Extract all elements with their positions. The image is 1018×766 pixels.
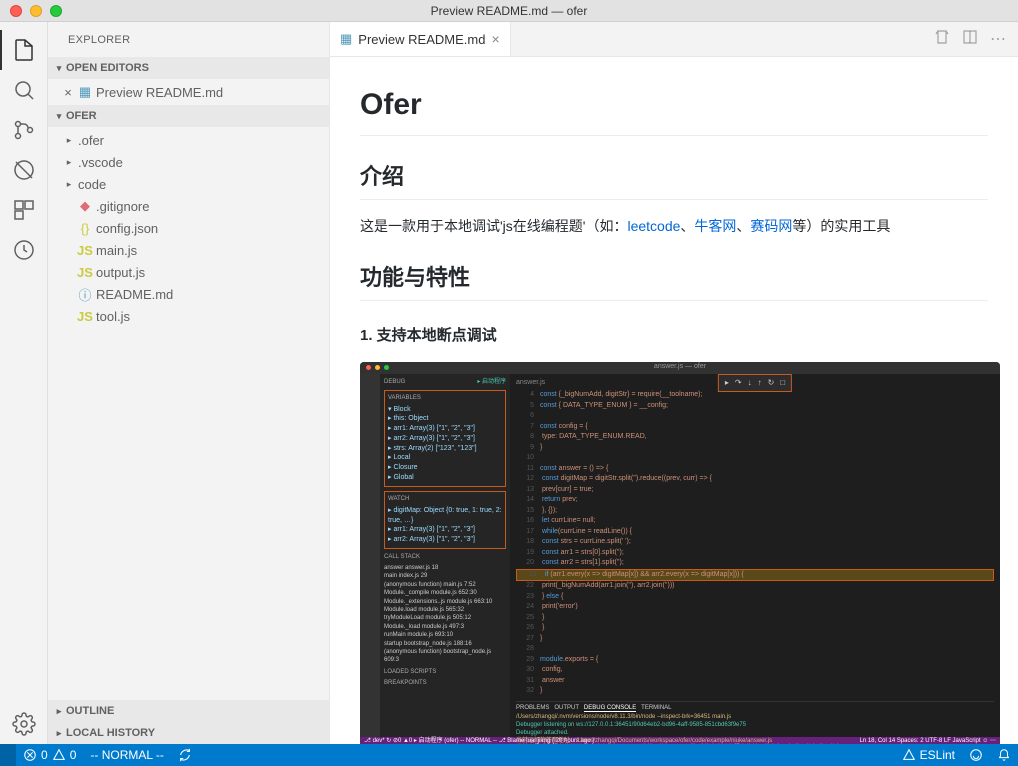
markdown-preview[interactable]: Ofer 介绍 这是一款用于本地调试'js在线编程题'（如：leetcode、牛… <box>330 57 1018 744</box>
local-history-label: LOCAL HISTORY <box>66 727 155 739</box>
vim-mode: -- NORMAL -- <box>83 744 171 766</box>
chevron-right-icon: ▸ <box>62 179 76 190</box>
sync-button[interactable] <box>171 744 199 766</box>
extensions-icon[interactable] <box>0 190 48 230</box>
heading-2-features: 功能与特性 <box>360 261 988 301</box>
chevron-down-icon: ▾ <box>52 63 66 74</box>
remote-button[interactable] <box>0 744 16 766</box>
json-icon: {} <box>76 221 94 236</box>
link-leetcode[interactable]: leetcode <box>627 218 680 234</box>
editor-area: ▦ Preview README.md × ⋯ Ofer 介绍 这是一款用于本地… <box>330 22 1018 744</box>
close-icon[interactable]: × <box>60 85 76 100</box>
outline-header[interactable]: ▸ OUTLINE <box>48 700 329 722</box>
chevron-right-icon: ▸ <box>52 706 66 717</box>
tree-folder[interactable]: ▸code <box>48 173 329 195</box>
close-icon[interactable]: × <box>491 31 499 47</box>
chevron-right-icon: ▸ <box>62 135 76 146</box>
tree-folder[interactable]: ▸.ofer <box>48 129 329 151</box>
activity-bar <box>0 22 48 744</box>
tree-file[interactable]: JSoutput.js <box>48 261 329 283</box>
heading-3-feature1: 1. 支持本地断点调试 <box>360 325 988 348</box>
close-window-button[interactable] <box>10 5 22 17</box>
window-controls <box>0 5 62 17</box>
folder-header[interactable]: ▾ OFER <box>48 105 329 127</box>
open-changes-icon[interactable] <box>934 29 950 50</box>
file-tree: ▸.ofer ▸.vscode ▸code ◆.gitignore {}conf… <box>48 127 329 700</box>
problems-button[interactable]: 0 0 <box>16 744 83 766</box>
minimize-window-button[interactable] <box>30 5 42 17</box>
debug-icon[interactable] <box>0 150 48 190</box>
tab-preview-readme[interactable]: ▦ Preview README.md × <box>330 22 511 56</box>
tree-file[interactable]: JStool.js <box>48 305 329 327</box>
tabs-bar: ▦ Preview README.md × ⋯ <box>330 22 1018 57</box>
tree-file[interactable]: ◆.gitignore <box>48 195 329 217</box>
tree-file[interactable]: JSmain.js <box>48 239 329 261</box>
sidebar-title: EXPLORER <box>48 22 329 57</box>
sidebar: EXPLORER ▾ OPEN EDITORS × ▦ Preview READ… <box>48 22 330 744</box>
tree-file[interactable]: ⓘREADME.md <box>48 283 329 305</box>
tab-label: Preview README.md <box>358 32 485 47</box>
outline-label: OUTLINE <box>66 705 114 717</box>
search-icon[interactable] <box>0 70 48 110</box>
open-editor-label: Preview README.md <box>96 85 223 100</box>
settings-gear-icon[interactable] <box>0 704 48 744</box>
preview-icon: ▦ <box>76 84 94 100</box>
open-editors-label: OPEN EDITORS <box>66 62 149 74</box>
js-icon: JS <box>76 309 94 324</box>
split-editor-icon[interactable] <box>962 29 978 50</box>
info-icon: ⓘ <box>76 285 94 304</box>
more-icon[interactable]: ⋯ <box>990 29 1006 49</box>
chevron-right-icon: ▸ <box>52 728 66 739</box>
gitignore-icon: ◆ <box>76 198 94 214</box>
link-saima[interactable]: 赛码网 <box>750 218 792 234</box>
explorer-icon[interactable] <box>0 30 48 70</box>
eslint-button[interactable]: ESLint <box>895 744 962 766</box>
window-title: Preview README.md — ofer <box>431 4 588 18</box>
timeline-icon[interactable] <box>0 230 48 270</box>
local-history-header[interactable]: ▸ LOCAL HISTORY <box>48 722 329 744</box>
source-control-icon[interactable] <box>0 110 48 150</box>
tree-file[interactable]: {}config.json <box>48 217 329 239</box>
heading-2-intro: 介绍 <box>360 160 988 200</box>
open-editors-header[interactable]: ▾ OPEN EDITORS <box>48 57 329 79</box>
open-editor-item[interactable]: × ▦ Preview README.md <box>48 81 329 103</box>
feedback-icon[interactable] <box>962 744 990 766</box>
chevron-right-icon: ▸ <box>62 157 76 168</box>
link-niuke[interactable]: 牛客网 <box>694 218 736 234</box>
tree-folder[interactable]: ▸.vscode <box>48 151 329 173</box>
tab-actions: ⋯ <box>922 22 1018 56</box>
notifications-icon[interactable] <box>990 744 1018 766</box>
folder-label: OFER <box>66 110 97 122</box>
intro-paragraph: 这是一款用于本地调试'js在线编程题'（如：leetcode、牛客网、赛码网等）… <box>360 216 988 237</box>
titlebar: Preview README.md — ofer <box>0 0 1018 22</box>
js-icon: JS <box>76 243 94 258</box>
embedded-screenshot-1: answer.js — ofer DEBUG▸ 启动程序 VARIABLES ▾… <box>360 362 1000 745</box>
statusbar: 0 0 -- NORMAL -- ESLint <box>0 744 1018 766</box>
js-icon: JS <box>76 265 94 280</box>
chevron-down-icon: ▾ <box>52 111 66 122</box>
heading-1: Ofer <box>360 82 988 136</box>
preview-icon: ▦ <box>340 31 352 47</box>
maximize-window-button[interactable] <box>50 5 62 17</box>
emb-title: answer.js — ofer <box>654 362 706 373</box>
